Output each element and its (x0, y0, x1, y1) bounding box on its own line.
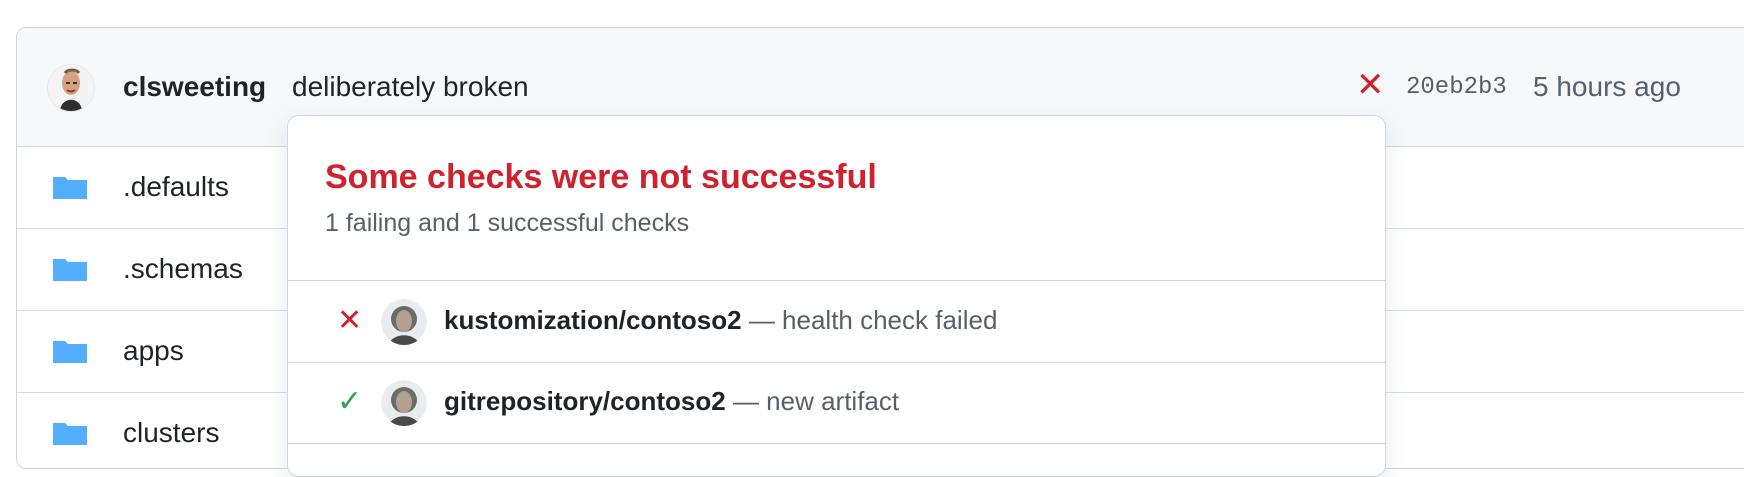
folder-icon (53, 341, 87, 363)
x-icon[interactable]: ✕ (1356, 65, 1385, 105)
check-name[interactable]: kustomization/contoso2 — health check fa… (444, 305, 997, 336)
check-avatar (381, 380, 427, 426)
folder-icon (53, 177, 87, 199)
popover-subtitle: 1 failing and 1 successful checks (325, 209, 690, 237)
file-name[interactable]: clusters (123, 417, 219, 449)
commit-message[interactable]: deliberately broken (292, 71, 529, 103)
check-icon: ✓ (337, 385, 363, 418)
file-name[interactable]: .defaults (123, 171, 229, 203)
check-avatar (381, 299, 427, 345)
avatar-icon (381, 380, 427, 426)
commit-time: 5 hours ago (1533, 71, 1681, 102)
folder-icon (53, 423, 87, 445)
check-name[interactable]: gitrepository/contoso2 — new artifact (444, 386, 899, 417)
author-avatar[interactable] (47, 64, 95, 112)
check-title[interactable]: kustomization/contoso2 (444, 305, 742, 335)
popover-title: Some checks were not successful (325, 158, 877, 196)
checks-popover: Some checks were not successful 1 failin… (287, 115, 1386, 477)
check-row-failure[interactable]: ✕ kustomization/contoso2 — health check … (288, 281, 1385, 363)
commit-author[interactable]: clsweeting (123, 71, 266, 103)
check-row-success[interactable]: ✓ gitrepository/contoso2 — new artifact (288, 362, 1385, 444)
avatar-icon (381, 299, 427, 345)
check-description: — new artifact (732, 386, 900, 416)
check-title[interactable]: gitrepository/contoso2 (444, 386, 726, 416)
avatar-icon (48, 65, 94, 111)
file-name[interactable]: .schemas (123, 253, 243, 285)
file-name[interactable]: apps (123, 335, 184, 367)
x-icon: ✕ (337, 304, 363, 337)
commit-sha[interactable]: 20eb2b3 (1406, 74, 1507, 101)
folder-icon (53, 259, 87, 281)
check-description: — health check failed (748, 305, 998, 335)
